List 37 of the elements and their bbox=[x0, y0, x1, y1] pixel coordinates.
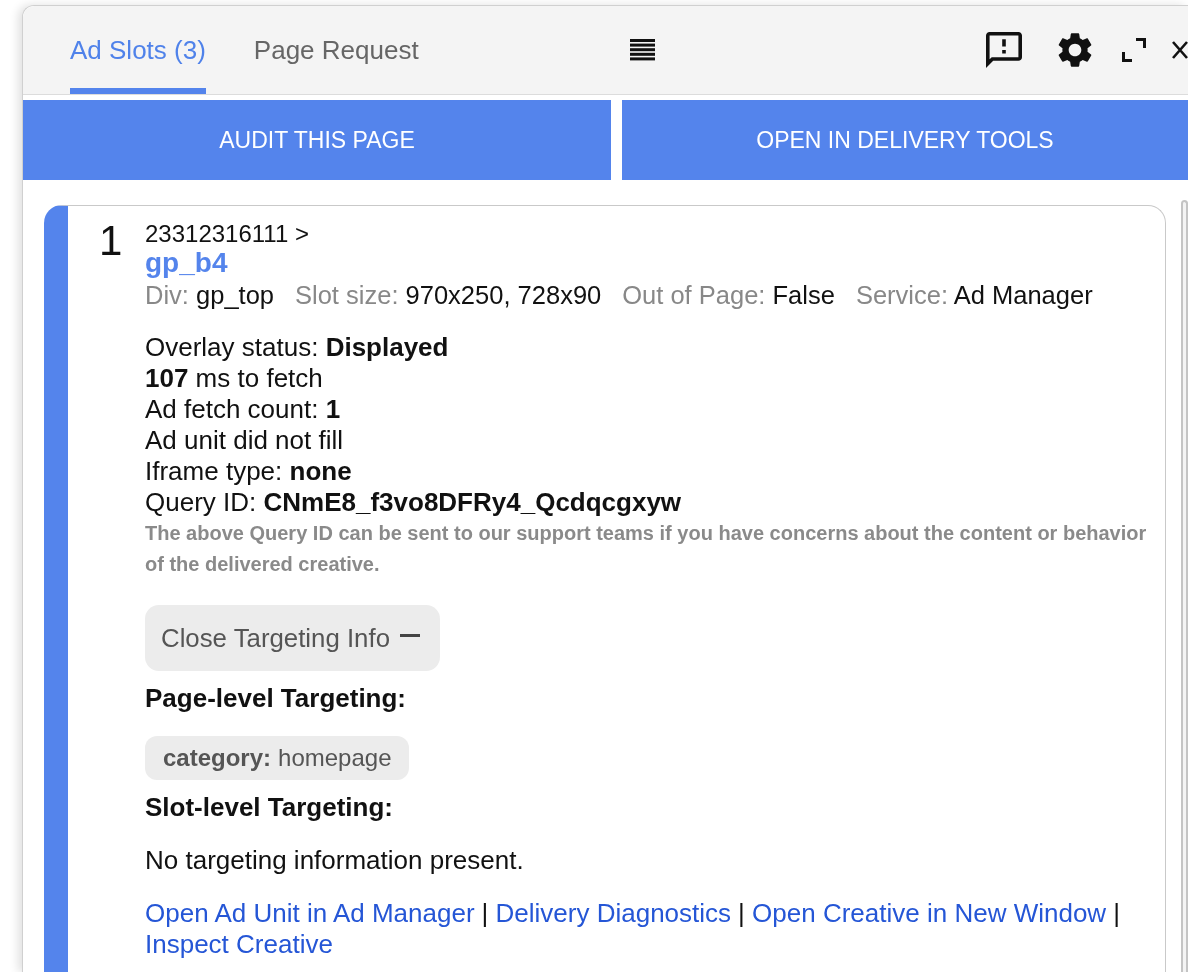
slot-detail: 107 ms to fetch bbox=[145, 363, 324, 394]
link-separator: | bbox=[738, 898, 745, 928]
slot-property: Out of Page: False bbox=[622, 280, 835, 311]
tab[interactable]: Page Request bbox=[253, 6, 419, 94]
slot-property: Service: Ad Manager bbox=[855, 280, 1093, 311]
action-button[interactable]: OPEN IN DELIVERY TOOLS bbox=[622, 100, 1188, 180]
link[interactable]: Delivery Diagnostics bbox=[495, 898, 732, 928]
targeting-toggle[interactable]: Close Targeting Info bbox=[145, 605, 440, 671]
link[interactable]: Inspect Creative bbox=[145, 929, 333, 959]
slot-property: Slot size: 970x250, 728x90 bbox=[295, 280, 602, 311]
resize-icon[interactable] bbox=[1122, 38, 1146, 62]
tab[interactable]: Ad Slots (3) bbox=[70, 6, 206, 94]
slot-detail: Ad fetch count: 1 bbox=[145, 394, 342, 425]
section-heading: Page-level Targeting: bbox=[145, 683, 407, 714]
settings-icon[interactable] bbox=[1058, 33, 1092, 67]
action-button[interactable]: AUDIT THIS PAGE bbox=[23, 100, 611, 180]
link[interactable]: Open Creative in New Window bbox=[752, 898, 1107, 928]
slot-detail: Query ID: CNmE8_f3vo8DFRy4_Qcdqcgxyw bbox=[145, 487, 682, 518]
targeting-chip: category: homepage bbox=[145, 736, 410, 780]
close-icon[interactable] bbox=[1172, 41, 1188, 59]
link-separator: | bbox=[481, 898, 489, 928]
empty-message: No targeting information present. bbox=[145, 845, 524, 876]
slot-number: 1 bbox=[99, 220, 123, 262]
scrollbar-thumb[interactable] bbox=[1181, 200, 1188, 972]
slot-detail: Overlay status: Displayed bbox=[145, 332, 450, 363]
slot-name: gp_b4 bbox=[145, 248, 228, 278]
slot-property: Div: gp_top bbox=[145, 280, 274, 311]
link-separator: | bbox=[1113, 898, 1120, 928]
feedback-icon[interactable] bbox=[986, 32, 1022, 68]
slot-detail: Iframe type: none bbox=[145, 456, 353, 487]
link[interactable]: Open Ad Unit in Ad Manager bbox=[145, 898, 475, 928]
section-heading: Slot-level Targeting: bbox=[145, 792, 393, 823]
ad-unit-path: 23312316111 > bbox=[145, 220, 309, 248]
list-icon[interactable] bbox=[629, 39, 655, 61]
minus-icon bbox=[400, 634, 420, 637]
slot-detail: Ad unit did not fill bbox=[145, 425, 344, 456]
query-note: The above Query ID can be sent to our support teams if you have concerns about the content or behavior of the delivered creative. bbox=[145, 521, 1148, 577]
